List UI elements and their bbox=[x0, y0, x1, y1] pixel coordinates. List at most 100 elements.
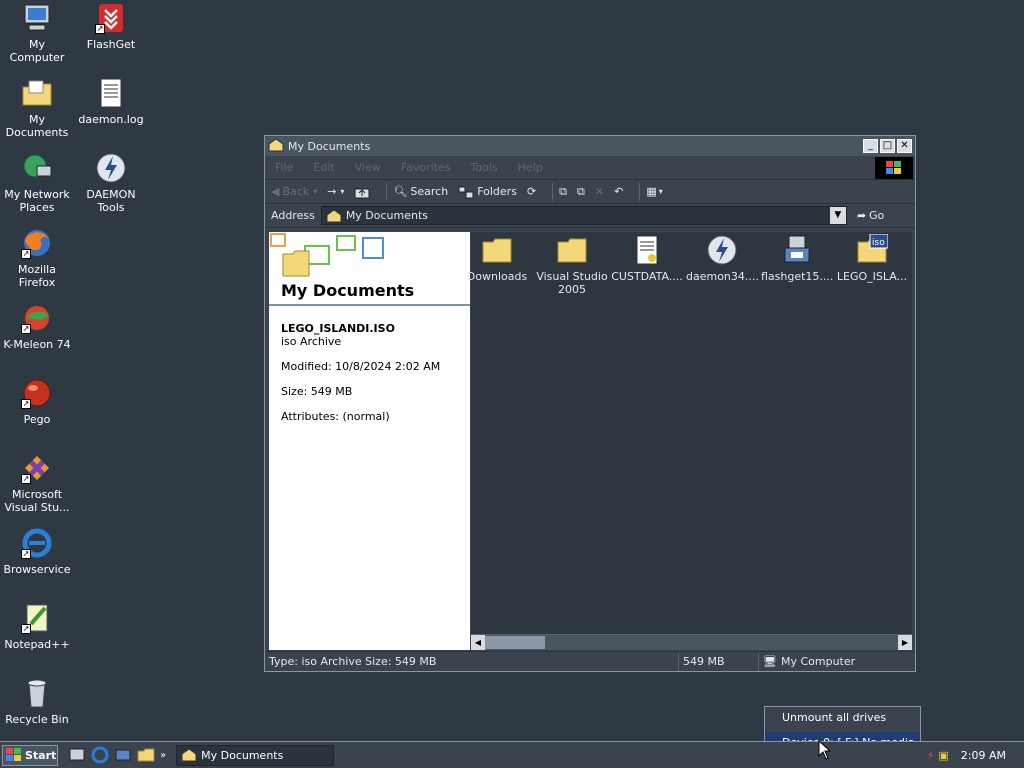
go-button[interactable]: ➦ Go bbox=[857, 209, 884, 222]
file-item-custdata[interactable]: CUSTDATA.... bbox=[611, 234, 683, 283]
desktop-icon-kmeleon[interactable]: ↗ K-Meleon 74 bbox=[0, 302, 74, 351]
views-button[interactable]: ▦ ▾ bbox=[646, 185, 662, 198]
toolbar-separator bbox=[386, 182, 388, 201]
menu-help[interactable]: Help bbox=[518, 161, 543, 174]
notepadpp-icon: ↗ bbox=[21, 602, 53, 634]
search-icon: 🔍︎ bbox=[393, 185, 408, 198]
up-folder-button[interactable] bbox=[354, 185, 370, 199]
file-item-lego-island-iso[interactable]: iso LEGO_ISLA... bbox=[836, 233, 908, 283]
scroll-left-icon[interactable]: ◀ bbox=[471, 635, 485, 650]
folder-home-icon bbox=[268, 137, 284, 155]
search-label: Search bbox=[410, 185, 449, 198]
details-banner: My Documents bbox=[269, 232, 470, 306]
shortcut-arrow-icon: ↗ bbox=[21, 624, 31, 634]
flashget-icon: ↗ bbox=[95, 2, 127, 34]
menu-view[interactable]: View bbox=[355, 161, 381, 174]
scrollbar-thumb[interactable] bbox=[485, 636, 545, 649]
address-input[interactable]: My Documents ▼ bbox=[320, 206, 847, 225]
desktop-icon-daemon-log[interactable]: daemon.log bbox=[74, 77, 148, 126]
menu-tools[interactable]: Tools bbox=[471, 161, 498, 174]
kmeleon-icon: ↗ bbox=[21, 302, 53, 334]
close-button[interactable]: ✕ bbox=[897, 139, 912, 153]
details-title: My Documents bbox=[281, 281, 415, 300]
up-folder-icon bbox=[354, 188, 370, 198]
folder-home-icon bbox=[181, 748, 197, 762]
maximize-button[interactable]: □ bbox=[880, 139, 895, 153]
explorer-window: My Documents _ □ ✕ File Edit View Favori… bbox=[264, 135, 916, 672]
quick-launch: » bbox=[68, 746, 166, 764]
menu-edit[interactable]: Edit bbox=[313, 161, 334, 174]
window-title: My Documents bbox=[288, 139, 371, 153]
desktop-icon-daemon-tools[interactable]: DAEMON Tools bbox=[74, 152, 148, 214]
mouse-cursor-icon bbox=[818, 740, 832, 760]
delete-button[interactable]: ✕ bbox=[595, 185, 604, 198]
pego-icon: ↗ bbox=[21, 377, 53, 409]
address-dropdown-button[interactable]: ▼ bbox=[829, 207, 846, 224]
back-label: Back bbox=[282, 185, 310, 198]
chevron-down-icon: ▾ bbox=[313, 187, 318, 196]
desktop-icon-browservice[interactable]: ↗ Browservice bbox=[0, 527, 74, 576]
file-item-downloads[interactable]: Downloads bbox=[461, 234, 533, 283]
desktop-icon-notepadpp[interactable]: ↗ Notepad++ bbox=[0, 602, 74, 651]
shortcut-arrow-icon: ↗ bbox=[21, 324, 31, 334]
back-arrow-icon: ◀ bbox=[271, 185, 280, 198]
documents-folder-icon bbox=[21, 77, 53, 109]
desktop-icon-label: K-Meleon 74 bbox=[3, 338, 71, 351]
folders-button[interactable]: Folders bbox=[458, 185, 517, 199]
file-label: LEGO_ISLA... bbox=[836, 270, 908, 283]
quick-launch-chevron-icon[interactable]: » bbox=[160, 750, 166, 761]
menu-favorites[interactable]: Favorites bbox=[401, 161, 451, 174]
file-label: Visual Studio 2005 bbox=[536, 270, 608, 296]
undo-button[interactable]: ↶ bbox=[614, 185, 623, 198]
show-desktop-icon[interactable] bbox=[68, 746, 86, 764]
desktop-icon-pego[interactable]: ↗ Pego bbox=[0, 377, 74, 426]
back-button[interactable]: ◀ Back ▾ bbox=[271, 185, 317, 198]
menu-item-unmount-all[interactable]: Unmount all drives bbox=[765, 707, 920, 728]
desktop-icon-label: Microsoft Visual Stu... bbox=[4, 488, 70, 514]
file-size: Size: 549 MB bbox=[281, 385, 353, 398]
title-bar[interactable]: My Documents _ □ ✕ bbox=[265, 136, 915, 156]
desktop-icon-flashget[interactable]: ↗ FlashGet bbox=[74, 2, 148, 51]
desktop-icon-label: My Computer bbox=[9, 38, 65, 64]
file-list: Downloads Visual Studio 2005 CUSTDATA...… bbox=[467, 232, 912, 650]
shortcut-arrow-icon: ↗ bbox=[21, 474, 31, 484]
computer-icon bbox=[21, 2, 53, 34]
minimize-button[interactable]: _ bbox=[863, 139, 878, 153]
file-item-daemon34[interactable]: daemon34.... bbox=[686, 234, 759, 283]
status-zone-label: My Computer bbox=[780, 655, 856, 668]
folder-icon bbox=[481, 234, 513, 266]
details-pane: My Documents LEGO_ISLANDI.ISO iso Archiv… bbox=[269, 232, 470, 650]
start-label: Start bbox=[25, 748, 57, 762]
history-button[interactable]: ⟳ bbox=[527, 185, 536, 198]
horizontal-scrollbar[interactable]: ◀ ▶ bbox=[471, 634, 912, 650]
taskbar-button-my-documents[interactable]: My Documents bbox=[176, 744, 335, 766]
desktop-icon-my-computer[interactable]: My Computer bbox=[0, 2, 74, 64]
search-button[interactable]: 🔍︎ Search bbox=[393, 185, 448, 198]
file-item-visual-studio-2005[interactable]: Visual Studio 2005 bbox=[536, 234, 608, 296]
window-content: My Documents LEGO_ISLANDI.ISO iso Archiv… bbox=[269, 232, 912, 650]
clock[interactable]: 2:09 AM bbox=[961, 749, 1006, 762]
forward-button[interactable]: → ▾ bbox=[327, 185, 344, 198]
file-details: LEGO_ISLANDI.ISO iso Archive Modified: 1… bbox=[269, 306, 470, 439]
ie-icon[interactable] bbox=[91, 746, 109, 764]
desktop-icon-network-places[interactable]: My Network Places bbox=[0, 152, 74, 214]
daemon-tray-icon[interactable]: ⚡ bbox=[927, 749, 935, 762]
desktop-icon-visual-studio[interactable]: ↗ Microsoft Visual Stu... bbox=[0, 452, 74, 514]
desktop-icon-firefox[interactable]: ↗ Mozilla Firefox bbox=[0, 227, 74, 289]
move-to-button[interactable]: ⧉ bbox=[559, 185, 567, 199]
desktop-icon-recycle-bin[interactable]: Recycle Bin bbox=[0, 677, 74, 726]
tray-app-icon[interactable]: ▣ bbox=[938, 749, 948, 762]
menu-file[interactable]: File bbox=[275, 161, 293, 174]
copy-to-button[interactable]: ⧉ bbox=[577, 185, 585, 199]
ie-icon: ↗ bbox=[21, 527, 53, 559]
desktop-icon-label: Notepad++ bbox=[4, 638, 70, 651]
desktop-icon-my-documents[interactable]: My Documents bbox=[0, 77, 74, 139]
file-item-flashget15[interactable]: flashget15.... bbox=[761, 234, 833, 283]
network-icon[interactable] bbox=[114, 746, 132, 764]
status-bar: Type: iso Archive Size: 549 MB 549 MB 🖥︎… bbox=[265, 651, 915, 671]
computer-icon: 🖥︎ bbox=[763, 655, 777, 668]
scroll-right-icon[interactable]: ▶ bbox=[898, 635, 912, 650]
move-to-icon: ⧉ bbox=[559, 184, 568, 198]
start-button[interactable]: Start bbox=[2, 744, 58, 766]
explorer-icon[interactable] bbox=[137, 746, 155, 764]
